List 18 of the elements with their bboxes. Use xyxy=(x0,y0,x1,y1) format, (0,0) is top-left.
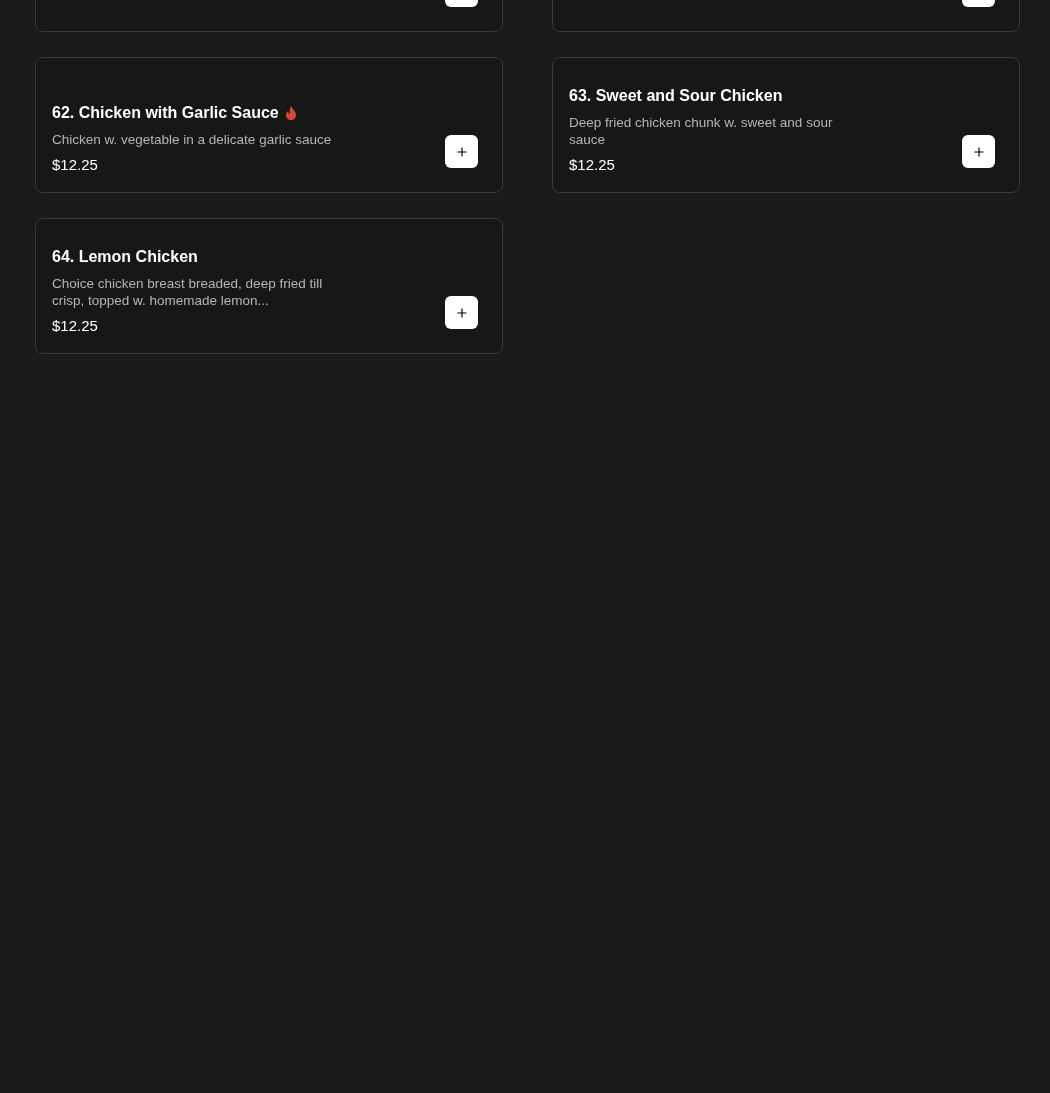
menu-item-card[interactable]: 62. Chicken with Garlic Sauce Chicken w. vegetable in a delicate garlic sauce $12.25 xyxy=(35,57,503,193)
plus-icon xyxy=(454,144,469,159)
menu-item-card[interactable]: 64. Lemon Chicken Choice chicken breast breaded, deep fried till crisp, topped w. homemade lemon... $12.25 xyxy=(35,218,503,354)
item-title: 64. Lemon Chicken xyxy=(52,246,198,267)
add-button[interactable] xyxy=(445,296,478,329)
item-price: $12.25 xyxy=(569,154,616,175)
item-description: Chicken w. vegetable in a delicate garlic sauce xyxy=(52,130,333,148)
item-title: 62. Chicken with Garlic Sauce xyxy=(52,102,279,123)
menu-item-card[interactable]: 63. Sweet and Sour Chicken Deep fried chicken chunk w. sweet and sour sauce $12.25 xyxy=(552,57,1020,193)
add-button[interactable] xyxy=(962,135,995,168)
item-description: Deep fried chicken chunk w. sweet and sour sauce xyxy=(569,113,834,148)
plus-icon xyxy=(971,144,986,159)
add-button[interactable] xyxy=(445,135,478,168)
item-description: Choice chicken breast breaded, deep fried till crisp, topped w. homemade lemon... xyxy=(52,274,324,309)
item-title: 63. Sweet and Sour Chicken xyxy=(569,85,783,106)
item-price: $12.25 xyxy=(52,315,99,336)
plus-icon xyxy=(454,305,469,320)
item-price: $12.25 xyxy=(52,154,99,175)
